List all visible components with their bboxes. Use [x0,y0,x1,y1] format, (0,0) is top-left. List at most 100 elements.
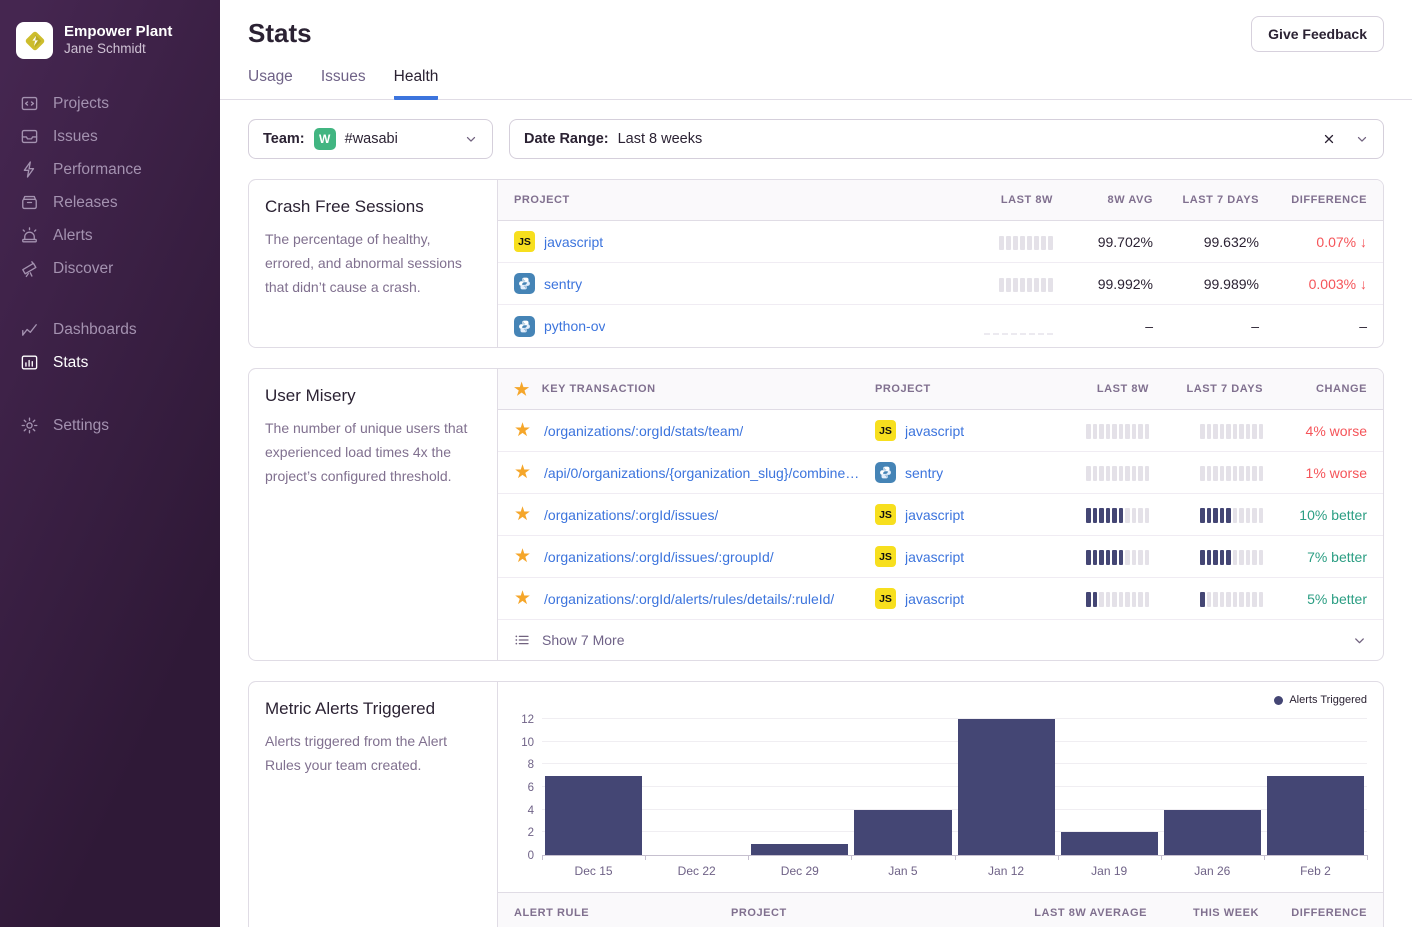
star-icon[interactable]: ★ [514,421,531,440]
sidebar-item-label: Projects [53,95,109,113]
sidebar-item-discover[interactable]: Discover [0,252,220,285]
sidebar-item-dashboards[interactable]: Dashboards [0,313,220,346]
avg-8w-value: – [1145,318,1153,334]
sidebar-item-alerts[interactable]: Alerts [0,219,220,252]
projects-icon [20,94,39,113]
x-tick-label: Jan 19 [1058,864,1161,878]
project-link[interactable]: javascript [905,591,964,607]
sidebar-nav: Projects Issues Performance Releases Ale… [0,73,220,442]
project-link[interactable]: sentry [544,276,582,292]
tab-issues[interactable]: Issues [321,68,366,100]
sidebar-item-projects[interactable]: Projects [0,87,220,120]
main-content: Stats Give Feedback Usage Issues Health … [220,0,1412,927]
chart-plot [542,720,1367,856]
sparkline-last-8w [984,318,1053,335]
table-row: JS javascript 99.702% 99.632% 0.07% ↓ [498,221,1383,263]
sidebar-item-stats[interactable]: Stats [0,346,220,379]
project-link[interactable]: sentry [905,465,943,481]
chart-bar [751,844,848,855]
transaction-link[interactable]: /organizations/:orgId/alerts/rules/detai… [544,591,834,607]
metric-alerts-chart-section: Alerts Triggered 024681012 Dec 15Dec 22D… [498,682,1383,927]
last-7-days-value: 99.632% [1204,234,1259,250]
column-header-last-7-days: LAST 7 DAYS [1186,383,1263,395]
page-header: Stats Give Feedback [220,0,1412,52]
tab-usage[interactable]: Usage [248,68,293,100]
releases-icon [20,193,39,212]
x-tick-label: Jan 26 [1161,864,1264,878]
chart-bar [1164,810,1261,855]
change-value: 10% better [1299,507,1367,523]
column-header-8w-avg: 8W AVG [1108,194,1153,206]
sidebar-item-label: Discover [53,260,113,278]
project-link[interactable]: python-ov [544,318,605,334]
alerts-triggered-chart: Alerts Triggered 024681012 Dec 15Dec 22D… [498,682,1383,892]
org-switcher[interactable]: Empower Plant Jane Schmidt [0,14,220,73]
star-icon: ★ [514,381,530,398]
line-chart-icon [20,320,39,339]
metric-alerts-panel: Metric Alerts Triggered Alerts triggered… [248,681,1384,927]
chevron-down-icon[interactable] [464,132,478,146]
sparkline-last-8w [1086,548,1149,565]
sidebar-item-settings[interactable]: Settings [0,409,220,442]
column-header-last-8w: LAST 8W [1001,194,1053,206]
project-link[interactable]: javascript [905,423,964,439]
project-link[interactable]: javascript [905,549,964,565]
chart-y-axis: 024681012 [514,720,542,856]
date-range-select[interactable]: Date Range: Last 8 weeks [509,119,1384,159]
page-title: Stats [248,18,312,49]
transaction-link[interactable]: /organizations/:orgId/issues/:groupId/ [544,549,774,565]
transaction-link[interactable]: /organizations/:orgId/issues/ [544,507,718,523]
user-misery-table: ★ KEY TRANSACTION PROJECT LAST 8W LAST 7… [498,369,1383,660]
give-feedback-button[interactable]: Give Feedback [1251,16,1384,52]
change-value: 5% better [1307,591,1367,607]
avg-8w-value: 99.702% [1098,234,1153,250]
x-tick-label: Feb 2 [1264,864,1367,878]
star-icon[interactable]: ★ [514,589,531,608]
show-more-button[interactable]: Show 7 More [498,619,1383,660]
legend-label: Alerts Triggered [1289,694,1367,706]
python-icon [514,316,535,337]
transaction-link[interactable]: /api/0/organizations/{organization_slug}… [544,465,859,481]
chart-legend[interactable]: Alerts Triggered [1274,694,1367,706]
last-7-days-value: – [1251,318,1259,334]
tab-health[interactable]: Health [394,68,439,100]
chart-x-axis: Dec 15Dec 22Dec 29Jan 5Jan 12Jan 19Jan 2… [542,856,1367,892]
y-tick-label: 12 [521,713,534,727]
filters-row: Team: W #wasabi Date Range: Last 8 weeks [248,119,1384,159]
column-header-difference: DIFFERENCE [1291,194,1367,206]
table-row: python-ov – – – [498,305,1383,347]
sidebar-item-issues[interactable]: Issues [0,120,220,153]
sparkline-last-7-days [1200,464,1263,481]
chevron-down-icon[interactable] [1355,132,1369,146]
x-tick-label: Dec 15 [542,864,645,878]
project-link[interactable]: javascript [905,507,964,523]
column-header-project: PROJECT [731,907,989,919]
chevron-down-icon[interactable] [1352,633,1367,648]
date-range-label: Date Range: [524,131,609,147]
team-select-value: #wasabi [345,131,398,147]
javascript-icon: JS [875,504,896,525]
star-icon[interactable]: ★ [514,547,531,566]
siren-icon [20,226,39,245]
sidebar-item-label: Stats [53,354,88,372]
python-icon [875,462,896,483]
table-row: ★ /organizations/:orgId/issues/ JS javas… [498,494,1383,536]
star-icon[interactable]: ★ [514,505,531,524]
clear-icon[interactable] [1322,132,1336,146]
star-icon[interactable]: ★ [514,463,531,482]
y-tick-label: 6 [528,781,534,795]
sidebar-item-label: Settings [53,417,109,435]
sparkline-last-8w [1086,464,1149,481]
date-range-value: Last 8 weeks [618,131,703,147]
chart-bar [545,776,642,855]
project-link[interactable]: javascript [544,234,603,250]
crash-free-sessions-table: PROJECT LAST 8W 8W AVG LAST 7 DAYS DIFFE… [498,180,1383,347]
sparkline-last-8w [1086,506,1149,523]
team-select[interactable]: Team: W #wasabi [248,119,493,159]
sidebar-item-releases[interactable]: Releases [0,186,220,219]
chart-bar [1061,832,1158,855]
sidebar-item-performance[interactable]: Performance [0,153,220,186]
transaction-link[interactable]: /organizations/:orgId/stats/team/ [544,423,743,439]
sidebar: Empower Plant Jane Schmidt Projects Issu… [0,0,220,927]
y-tick-label: 0 [528,849,534,863]
